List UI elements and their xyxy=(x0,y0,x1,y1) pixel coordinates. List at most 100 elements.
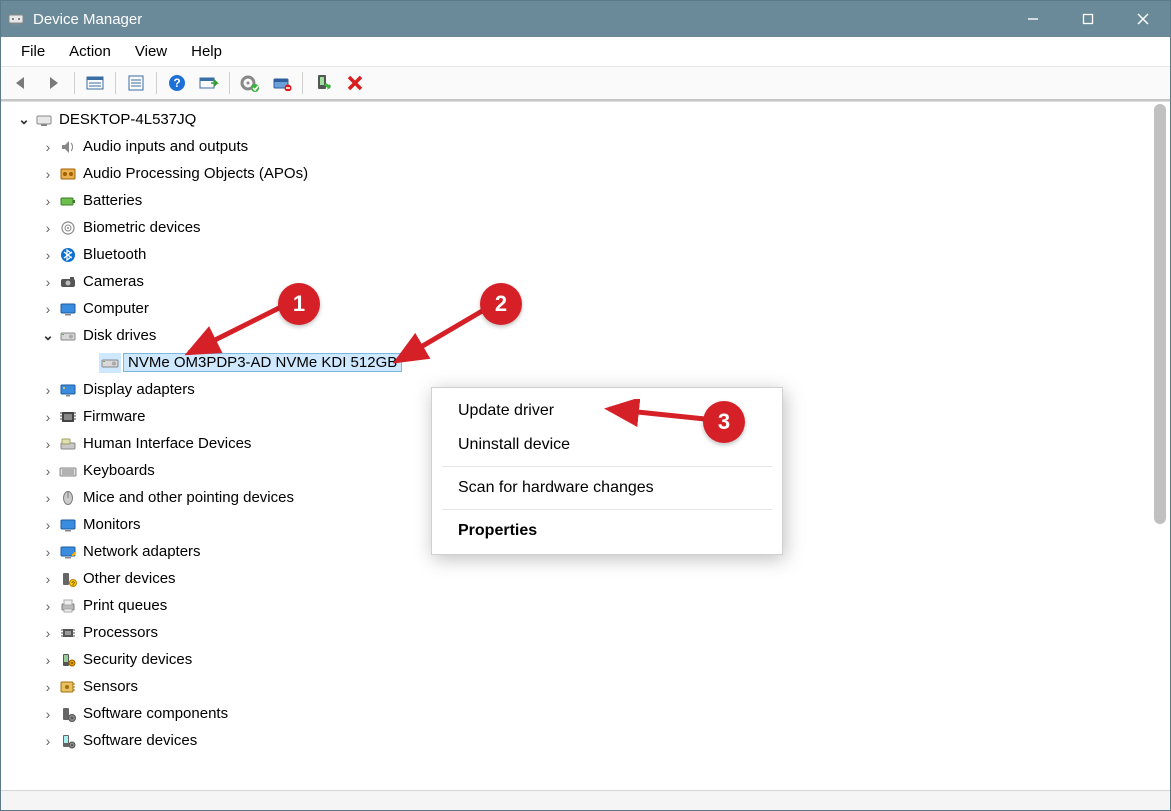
battery-icon xyxy=(57,191,79,211)
toolbar: ? xyxy=(1,67,1170,101)
update-driver-button[interactable] xyxy=(235,69,265,97)
scrollbar[interactable] xyxy=(1152,102,1168,772)
tree-category-camera[interactable]: › Cameras xyxy=(9,268,1170,295)
close-button[interactable] xyxy=(1115,1,1170,37)
disk-icon xyxy=(57,326,79,346)
context-menu-item[interactable]: Properties xyxy=(432,514,782,548)
help-button[interactable]: ? xyxy=(162,69,192,97)
expand-icon[interactable]: › xyxy=(39,463,57,479)
tree-item-label: Biometric devices xyxy=(83,219,201,236)
expand-icon[interactable]: › xyxy=(39,220,57,236)
tree-category-swdev[interactable]: › Software devices xyxy=(9,727,1170,754)
tree-category-security[interactable]: ›Security devices xyxy=(9,646,1170,673)
expand-icon[interactable]: › xyxy=(39,679,57,695)
expand-icon[interactable]: › xyxy=(39,166,57,182)
tree-category-cpu[interactable]: › Processors xyxy=(9,619,1170,646)
scan-hardware-button[interactable] xyxy=(194,69,224,97)
menu-help[interactable]: Help xyxy=(179,39,234,64)
app-icon xyxy=(7,10,25,28)
enable-device-button[interactable] xyxy=(308,69,338,97)
tree-item-label: Human Interface Devices xyxy=(83,435,251,452)
annotation-badge-3: 3 xyxy=(703,401,745,443)
context-menu-separator xyxy=(442,509,772,510)
computer-icon xyxy=(57,299,79,319)
toolbar-separator xyxy=(115,72,116,94)
context-menu-item[interactable]: Scan for hardware changes xyxy=(432,471,782,505)
tree-category-sensors[interactable]: › Sensors xyxy=(9,673,1170,700)
expand-icon[interactable]: › xyxy=(39,274,57,290)
expand-icon[interactable]: › xyxy=(39,301,57,317)
tree-item-label: DESKTOP-4L537JQ xyxy=(59,111,196,128)
tree-item-label: Firmware xyxy=(83,408,146,425)
tree-category-biometric[interactable]: › Biometric devices xyxy=(9,214,1170,241)
root-icon xyxy=(33,110,55,130)
swdev-icon xyxy=(57,731,79,751)
expand-icon[interactable]: › xyxy=(39,517,57,533)
menu-file[interactable]: File xyxy=(9,39,57,64)
scrollbar-thumb[interactable] xyxy=(1154,104,1166,524)
tree-category-speaker[interactable]: ›Audio inputs and outputs xyxy=(9,133,1170,160)
expand-icon[interactable]: › xyxy=(39,652,57,668)
tree-item-label: Network adapters xyxy=(83,543,201,560)
expand-icon[interactable]: › xyxy=(39,247,57,263)
menu-view[interactable]: View xyxy=(123,39,179,64)
tree-category-battery[interactable]: › Batteries xyxy=(9,187,1170,214)
expand-icon[interactable]: › xyxy=(39,733,57,749)
tree-category-printer[interactable]: › Print queues xyxy=(9,592,1170,619)
expand-icon[interactable]: › xyxy=(39,544,57,560)
tree-item-label: Computer xyxy=(83,300,149,317)
expand-icon[interactable]: › xyxy=(39,193,57,209)
maximize-button[interactable] xyxy=(1060,1,1115,37)
tree-item-label: Cameras xyxy=(83,273,144,290)
expand-icon[interactable]: › xyxy=(39,706,57,722)
expand-icon[interactable]: › xyxy=(39,571,57,587)
tree-item-label: Audio Processing Objects (APOs) xyxy=(83,165,308,182)
tree-item-label: Sensors xyxy=(83,678,138,695)
tree-item-label: Print queues xyxy=(83,597,167,614)
tree-item-label: Display adapters xyxy=(83,381,195,398)
tree-category-other[interactable]: ›?Other devices xyxy=(9,565,1170,592)
tree-category-bluetooth[interactable]: ›Bluetooth xyxy=(9,241,1170,268)
uninstall-device-button[interactable] xyxy=(267,69,297,97)
show-hide-console-tree-button[interactable] xyxy=(80,69,110,97)
mouse-icon xyxy=(57,488,79,508)
tree-item-label: Keyboards xyxy=(83,462,155,479)
titlebar: Device Manager xyxy=(1,1,1170,37)
annotation-arrow-1 xyxy=(181,301,291,361)
expand-icon[interactable]: › xyxy=(39,436,57,452)
annotation-badge-2: 2 xyxy=(480,283,522,325)
tree-category-swcomp[interactable]: › Software components xyxy=(9,700,1170,727)
nav-back-button[interactable] xyxy=(7,69,37,97)
expand-icon[interactable]: › xyxy=(39,490,57,506)
collapse-icon[interactable]: ⌄ xyxy=(15,111,33,128)
device-manager-window: Device Manager File Action View Help xyxy=(0,0,1171,811)
expand-icon[interactable]: › xyxy=(39,625,57,641)
expand-icon[interactable]: › xyxy=(39,598,57,614)
disable-device-button[interactable] xyxy=(340,69,370,97)
window-controls xyxy=(1005,1,1170,37)
tree-item-label: Batteries xyxy=(83,192,142,209)
tree-item-label: Other devices xyxy=(83,570,176,587)
svg-text:?: ? xyxy=(173,76,180,90)
expand-icon[interactable]: › xyxy=(39,382,57,398)
tree-item-label: Disk drives xyxy=(83,327,156,344)
menubar: File Action View Help xyxy=(1,37,1170,67)
speaker-icon xyxy=(57,137,79,157)
properties-button[interactable] xyxy=(121,69,151,97)
minimize-button[interactable] xyxy=(1005,1,1060,37)
tree-root[interactable]: ⌄ DESKTOP-4L537JQ xyxy=(9,106,1170,133)
display-icon xyxy=(57,380,79,400)
expand-icon[interactable]: › xyxy=(39,409,57,425)
toolbar-separator xyxy=(302,72,303,94)
context-menu-separator xyxy=(442,466,772,467)
tree-item-label: Processors xyxy=(83,624,158,641)
tree-category-apo[interactable]: › Audio Processing Objects (APOs) xyxy=(9,160,1170,187)
collapse-icon[interactable]: ⌄ xyxy=(39,327,57,344)
tree-item-label: Software components xyxy=(83,705,228,722)
monitor-icon xyxy=(57,515,79,535)
nav-forward-button[interactable] xyxy=(39,69,69,97)
tree-item-label: Software devices xyxy=(83,732,197,749)
expand-icon[interactable]: › xyxy=(39,139,57,155)
menu-action[interactable]: Action xyxy=(57,39,123,64)
toolbar-separator xyxy=(74,72,75,94)
